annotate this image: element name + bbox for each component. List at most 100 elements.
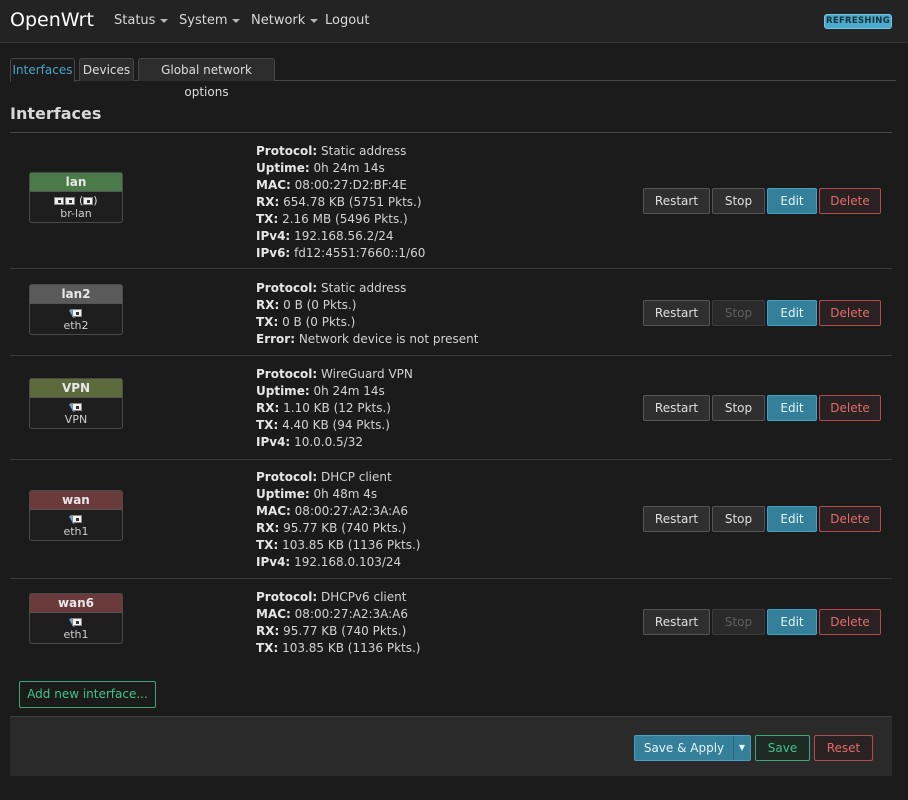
restart-button[interactable]: Restart	[643, 609, 710, 635]
delete-button[interactable]: Delete	[819, 188, 881, 214]
detail-line: TX: 103.85 KB (1136 Pkts.)	[256, 640, 420, 657]
detail-label: IPv4:	[256, 555, 291, 569]
top-navbar: OpenWrt Status System Network Logout REF…	[0, 0, 908, 43]
restart-button[interactable]: Restart	[643, 395, 710, 421]
edit-button[interactable]: Edit	[767, 395, 817, 421]
detail-label: Error:	[256, 332, 295, 346]
detail-line: MAC: 08:00:27:D2:BF:4E	[256, 177, 425, 194]
add-interface-button[interactable]: Add new interface...	[19, 681, 156, 708]
delete-button[interactable]: Delete	[819, 300, 881, 326]
refreshing-badge[interactable]: REFRESHING	[824, 14, 892, 29]
detail-label: Protocol:	[256, 144, 318, 158]
detail-value: 654.78 KB (5751 Pkts.)	[283, 195, 422, 209]
interface-badge-lan2: lan2 eth2	[29, 284, 123, 335]
detail-line: Protocol: DHCPv6 client	[256, 589, 420, 606]
detail-line: IPv4: 192.168.56.2/24	[256, 228, 425, 245]
delete-button[interactable]: Delete	[819, 609, 881, 635]
interface-name: wan	[30, 491, 122, 510]
detail-value: 192.168.0.103/24	[294, 555, 402, 569]
edit-button[interactable]: Edit	[767, 609, 817, 635]
detail-line: RX: 95.77 KB (740 Pkts.)	[256, 623, 420, 640]
delete-button[interactable]: Delete	[819, 506, 881, 532]
detail-label: TX:	[256, 315, 279, 329]
menu-network[interactable]: Network	[251, 13, 319, 28]
stop-button[interactable]: Stop	[712, 506, 765, 532]
detail-value: 1.10 KB (12 Pkts.)	[283, 401, 391, 415]
tab-global-network-options[interactable]: Global network options	[138, 58, 275, 99]
detail-line: Uptime: 0h 48m 4s	[256, 486, 420, 503]
detail-label: Uptime:	[256, 487, 310, 501]
detail-value: 08:00:27:A2:3A:A6	[294, 607, 409, 621]
bridge-icon: ()	[30, 192, 122, 207]
detail-line: IPv4: 192.168.0.103/24	[256, 554, 420, 571]
interface-details: Protocol: Static address Uptime: 0h 24m 1…	[256, 143, 425, 262]
detail-label: MAC:	[256, 607, 291, 621]
detail-label: RX:	[256, 521, 280, 535]
detail-label: Uptime:	[256, 384, 310, 398]
detail-value: 0h 48m 4s	[313, 487, 378, 501]
detail-value: fd12:4551:7660::1/60	[294, 246, 426, 260]
interface-details: Protocol: DHCP client Uptime: 0h 48m 4s MA…	[256, 469, 420, 571]
menu-logout[interactable]: Logout	[325, 13, 370, 28]
detail-value: 192.168.56.2/24	[294, 229, 394, 243]
detail-line: TX: 103.85 KB (1136 Pkts.)	[256, 537, 420, 554]
interface-name: wan6	[30, 594, 122, 613]
detail-value: 0 B (0 Pkts.)	[282, 315, 356, 329]
stop-button: Stop	[712, 609, 765, 635]
row-divider	[10, 459, 892, 460]
chevron-down-icon[interactable]: ▼	[734, 736, 750, 760]
stop-button: Stop	[712, 300, 765, 326]
detail-value: 4.40 KB (94 Pkts.)	[282, 418, 390, 432]
detail-value: 0h 24m 14s	[313, 161, 385, 175]
detail-label: Protocol:	[256, 281, 318, 295]
edit-button[interactable]: Edit	[767, 188, 817, 214]
interface-details: Protocol: Static address RX: 0 B (0 Pkts.…	[256, 280, 478, 348]
detail-value: Static address	[321, 144, 407, 158]
stop-button[interactable]: Stop	[712, 395, 765, 421]
restart-button[interactable]: Restart	[643, 300, 710, 326]
interface-device-name: eth1	[63, 525, 89, 538]
stop-button[interactable]: Stop	[712, 188, 765, 214]
detail-line: Protocol: Static address	[256, 143, 425, 160]
menu-system[interactable]: System	[179, 13, 241, 28]
chevron-down-icon	[310, 18, 319, 23]
delete-button[interactable]: Delete	[819, 395, 881, 421]
detail-value: DHCPv6 client	[321, 590, 407, 604]
detail-label: Protocol:	[256, 470, 318, 484]
menu-status[interactable]: Status	[114, 13, 169, 28]
chevron-down-icon	[232, 18, 241, 23]
interface-device-area: eth2	[30, 304, 122, 334]
detail-line: Uptime: 0h 24m 14s	[256, 383, 413, 400]
detail-line: Protocol: WireGuard VPN	[256, 366, 413, 383]
detail-value: 2.16 MB (5496 Pkts.)	[282, 212, 408, 226]
edit-button[interactable]: Edit	[767, 506, 817, 532]
detail-label: Protocol:	[256, 367, 318, 381]
restart-button[interactable]: Restart	[643, 506, 710, 532]
interface-badge-lan: lan () br-lan	[29, 172, 123, 223]
save-button[interactable]: Save	[755, 735, 810, 761]
reset-button[interactable]: Reset	[814, 735, 873, 761]
detail-value: 08:00:27:A2:3A:A6	[294, 504, 409, 518]
interface-device-area: eth1	[30, 510, 122, 540]
detail-label: RX:	[256, 195, 280, 209]
detail-line: IPv6: fd12:4551:7660::1/60	[256, 245, 425, 262]
row-divider	[10, 268, 892, 269]
restart-button[interactable]: Restart	[643, 188, 710, 214]
brand-logo[interactable]: OpenWrt	[10, 9, 94, 31]
tab-interfaces[interactable]: Interfaces	[10, 58, 75, 82]
edit-button[interactable]: Edit	[767, 300, 817, 326]
detail-label: MAC:	[256, 178, 291, 192]
detail-label: MAC:	[256, 504, 291, 518]
tab-devices[interactable]: Devices	[79, 58, 134, 81]
interface-badge-wan: wan eth1	[29, 490, 123, 541]
detail-line: RX: 95.77 KB (740 Pkts.)	[256, 520, 420, 537]
title-divider	[10, 132, 892, 133]
interface-name: lan	[30, 173, 122, 192]
save-apply-button[interactable]: Save & Apply ▼	[634, 735, 751, 761]
interface-device-name: eth2	[63, 319, 89, 332]
interface-badge-vpn: VPN VPN	[29, 378, 123, 429]
detail-label: TX:	[256, 538, 279, 552]
detail-label: TX:	[256, 212, 279, 226]
detail-line: RX: 654.78 KB (5751 Pkts.)	[256, 194, 425, 211]
interface-device-area: () br-lan	[30, 192, 122, 222]
